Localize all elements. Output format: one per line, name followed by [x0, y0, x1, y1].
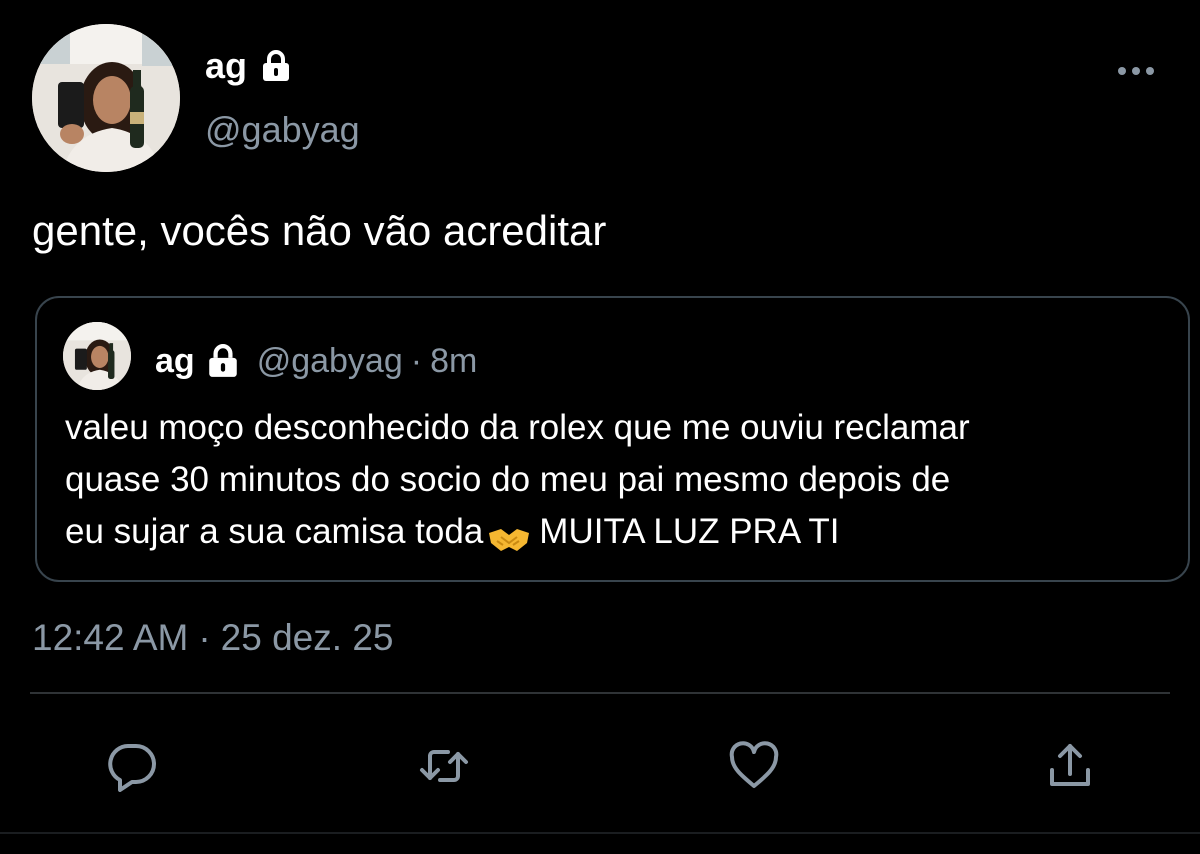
more-dots-icon[interactable] — [1116, 56, 1156, 86]
author-avatar[interactable] — [32, 24, 180, 172]
quoted-text-line: quase 30 minutos do socio do meu pai mes… — [65, 460, 951, 499]
heart-icon — [729, 741, 779, 788]
tweet: ag @gabyag gente, vocês não vão acredita… — [0, 0, 1200, 854]
tweet-text: gente, vocês não vão acreditar — [32, 207, 607, 254]
quoted-separator: · — [410, 342, 423, 380]
quoted-text-line: eu sujar a sua camisa toda MUITA LUZ PRA… — [65, 506, 1165, 558]
timestamp-date: 25 dez. 25 — [220, 617, 394, 658]
quoted-text-segment: MUITA LUZ PRA TI — [539, 512, 840, 551]
quoted-tweet[interactable]: ag @gabyag · 8m valeu moço desconhecido … — [35, 296, 1190, 582]
quoted-tweet-header: ag @gabyag · 8m — [155, 340, 477, 382]
quoted-time: 8m — [430, 342, 478, 380]
divider — [0, 832, 1200, 834]
retweet-button[interactable] — [416, 738, 472, 794]
quoted-text-line: valeu moço desconhecido da rolex que me … — [65, 408, 970, 447]
quoted-author-avatar — [63, 322, 131, 390]
divider — [30, 692, 1170, 694]
quoted-text-segment: eu sujar a sua camisa toda — [65, 512, 484, 551]
handshake-emoji-icon — [487, 518, 531, 551]
quoted-handle: @gabyag — [256, 342, 403, 380]
author-display-name[interactable]: ag — [205, 44, 293, 88]
timestamp-separator: · — [198, 617, 211, 658]
like-button[interactable] — [726, 738, 782, 794]
quoted-display-name: ag — [155, 342, 195, 380]
tweet-timestamp[interactable]: 12:42 AM · 25 dez. 25 — [32, 614, 393, 662]
reply-button[interactable] — [104, 738, 160, 794]
lock-icon — [259, 49, 293, 83]
quoted-tweet-text: valeu moço desconhecido da rolex que me … — [65, 402, 1165, 558]
lock-icon — [205, 343, 241, 379]
share-icon — [1050, 744, 1090, 786]
reply-icon — [108, 744, 156, 792]
share-button[interactable] — [1042, 738, 1098, 794]
timestamp-time: 12:42 AM — [32, 617, 189, 658]
author-handle[interactable]: @gabyag — [205, 108, 360, 152]
author-name-text: ag — [205, 45, 248, 86]
retweet-icon — [420, 750, 468, 782]
